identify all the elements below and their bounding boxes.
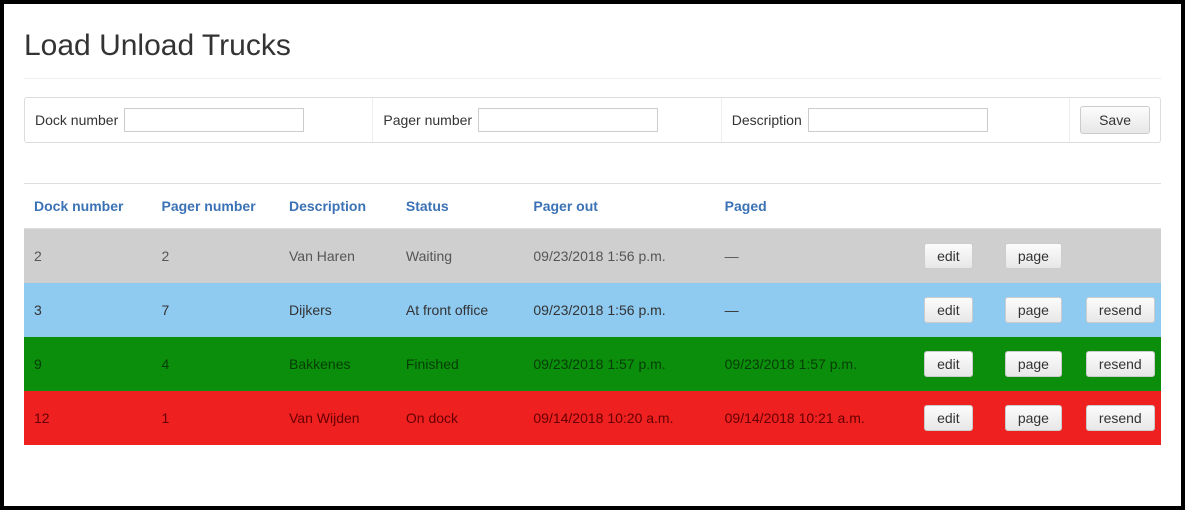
- cell-page: page: [991, 337, 1076, 391]
- cell-edit: edit: [906, 283, 991, 337]
- cell-pager: 1: [152, 391, 280, 445]
- pager-number-label: Pager number: [383, 112, 472, 128]
- col-header-pager[interactable]: Pager number: [152, 184, 280, 229]
- cell-pager_out: 09/23/2018 1:57 p.m.: [523, 337, 714, 391]
- pager-number-input[interactable]: [478, 108, 658, 132]
- cell-dock: 2: [24, 229, 152, 284]
- dock-number-input[interactable]: [124, 108, 304, 132]
- edit-button[interactable]: edit: [924, 351, 973, 377]
- col-header-description[interactable]: Description: [279, 184, 396, 229]
- filter-row: Dock number Pager number Description Sav…: [24, 97, 1161, 143]
- cell-page: page: [991, 283, 1076, 337]
- cell-status: On dock: [396, 391, 524, 445]
- cell-pager_out: 09/23/2018 1:56 p.m.: [523, 283, 714, 337]
- cell-status: Finished: [396, 337, 524, 391]
- col-header-status[interactable]: Status: [396, 184, 524, 229]
- edit-button[interactable]: edit: [924, 297, 973, 323]
- edit-button[interactable]: edit: [924, 405, 973, 431]
- pager-number-cell: Pager number: [373, 98, 721, 142]
- trucks-table: Dock number Pager number Description Sta…: [24, 183, 1161, 445]
- table-row: 94BakkenesFinished09/23/2018 1:57 p.m.09…: [24, 337, 1161, 391]
- page-title: Load Unload Trucks: [24, 29, 1161, 63]
- cell-paged: 09/23/2018 1:57 p.m.: [715, 337, 906, 391]
- cell-edit: edit: [906, 391, 991, 445]
- cell-status: At front office: [396, 283, 524, 337]
- col-header-action-edit: [906, 184, 991, 229]
- dock-number-label: Dock number: [35, 112, 118, 128]
- description-cell: Description: [722, 98, 1070, 142]
- resend-button[interactable]: resend: [1086, 405, 1155, 431]
- col-header-paged[interactable]: Paged: [715, 184, 906, 229]
- cell-paged: 09/14/2018 10:21 a.m.: [715, 391, 906, 445]
- cell-pager: 7: [152, 283, 280, 337]
- col-header-action-page: [991, 184, 1076, 229]
- description-input[interactable]: [808, 108, 988, 132]
- cell-edit: edit: [906, 229, 991, 284]
- dock-number-cell: Dock number: [25, 98, 373, 142]
- cell-resend: resend: [1076, 391, 1161, 445]
- col-header-action-resend: [1076, 184, 1161, 229]
- cell-dock: 12: [24, 391, 152, 445]
- cell-resend: [1076, 229, 1161, 284]
- cell-pager_out: 09/14/2018 10:20 a.m.: [523, 391, 714, 445]
- cell-description: Van Haren: [279, 229, 396, 284]
- cell-paged: —: [715, 229, 906, 284]
- cell-paged: —: [715, 283, 906, 337]
- page-button[interactable]: page: [1005, 351, 1062, 377]
- cell-description: Van Wijden: [279, 391, 396, 445]
- resend-button[interactable]: resend: [1086, 351, 1155, 377]
- save-button[interactable]: Save: [1080, 106, 1150, 134]
- cell-dock: 3: [24, 283, 152, 337]
- cell-status: Waiting: [396, 229, 524, 284]
- resend-button[interactable]: resend: [1086, 297, 1155, 323]
- cell-resend: resend: [1076, 337, 1161, 391]
- cell-resend: resend: [1076, 283, 1161, 337]
- divider: [24, 78, 1161, 79]
- page-button[interactable]: page: [1005, 297, 1062, 323]
- table-row: 22Van HarenWaiting09/23/2018 1:56 p.m.—e…: [24, 229, 1161, 284]
- page-button[interactable]: page: [1005, 243, 1062, 269]
- cell-page: page: [991, 391, 1076, 445]
- cell-pager: 4: [152, 337, 280, 391]
- cell-description: Bakkenes: [279, 337, 396, 391]
- cell-pager: 2: [152, 229, 280, 284]
- cell-description: Dijkers: [279, 283, 396, 337]
- edit-button[interactable]: edit: [924, 243, 973, 269]
- col-header-pager-out[interactable]: Pager out: [523, 184, 714, 229]
- description-label: Description: [732, 112, 802, 128]
- page-button[interactable]: page: [1005, 405, 1062, 431]
- cell-dock: 9: [24, 337, 152, 391]
- table-row: 121Van WijdenOn dock09/14/2018 10:20 a.m…: [24, 391, 1161, 445]
- save-button-wrap: Save: [1070, 98, 1160, 142]
- cell-edit: edit: [906, 337, 991, 391]
- col-header-dock[interactable]: Dock number: [24, 184, 152, 229]
- table-row: 37DijkersAt front office09/23/2018 1:56 …: [24, 283, 1161, 337]
- cell-page: page: [991, 229, 1076, 284]
- table-header-row: Dock number Pager number Description Sta…: [24, 184, 1161, 229]
- cell-pager_out: 09/23/2018 1:56 p.m.: [523, 229, 714, 284]
